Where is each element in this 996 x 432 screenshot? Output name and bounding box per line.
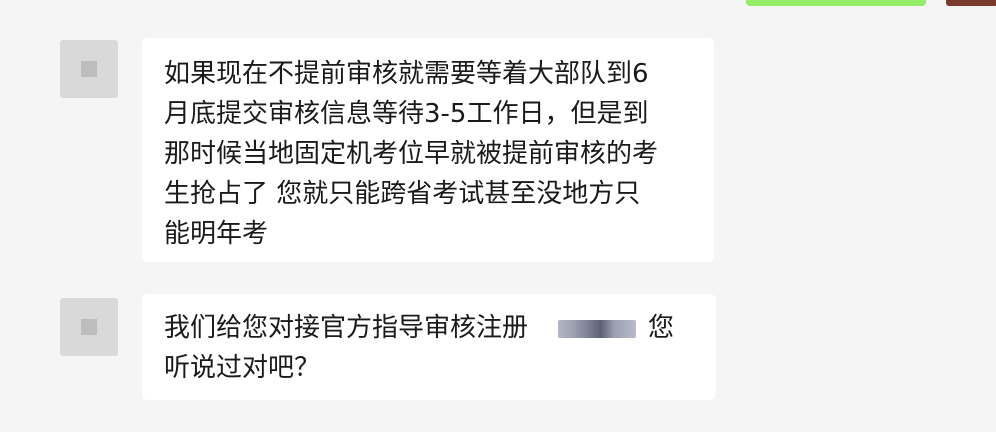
message-2-line-1: 我们给您对接官方指导审核注册 您 <box>164 308 698 348</box>
message-1-line-4: 生抢占了 您就只能跨省考试甚至没地方只 <box>164 179 641 209</box>
contact-avatar[interactable] <box>60 298 118 356</box>
message-1-line-1: 如果现在不提前审核就需要等着大部队到6 <box>164 59 649 89</box>
avatar-placeholder-icon <box>81 319 97 335</box>
message-2-line-2: 听说过对吧？ <box>164 353 321 383</box>
avatar-placeholder-icon <box>81 61 97 77</box>
message-1-line-5: 能明年考 <box>164 219 269 249</box>
message-1-line-3: 那时候当地固定机考位早就被提前审核的考 <box>164 139 659 169</box>
message-1-line-2: 月底提交审核信息等待3-5工作日，但是到 <box>164 99 649 129</box>
sent-message-bubble-edge <box>746 0 926 6</box>
message-bubble-2[interactable]: 我们给您对接官方指导审核注册 您 听说过对吧？ <box>142 294 716 400</box>
message-bubble-1[interactable]: 如果现在不提前审核就需要等着大部队到6 月底提交审核信息等待3-5工作日，但是到… <box>142 38 714 262</box>
redacted-name-blur <box>558 319 637 338</box>
contact-avatar[interactable] <box>60 40 118 98</box>
own-avatar-edge <box>946 0 996 6</box>
message-2-text-before-redaction: 我们给您对接官方指导审核注册 <box>164 313 529 343</box>
message-2-text-after-redaction: 您 <box>648 313 675 343</box>
